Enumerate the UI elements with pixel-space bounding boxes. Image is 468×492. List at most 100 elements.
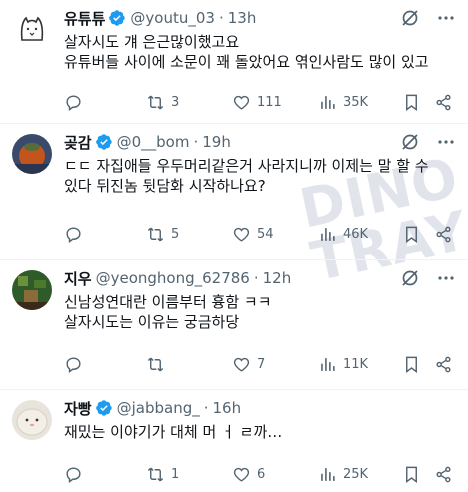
bookmark-icon xyxy=(406,94,417,111)
views-button[interactable]: 46K xyxy=(318,225,368,244)
views-icon xyxy=(321,95,335,109)
share-button[interactable] xyxy=(434,225,453,244)
repost-count: 5 xyxy=(171,226,180,242)
like-button[interactable]: 111 xyxy=(232,93,282,112)
bookmark-button[interactable] xyxy=(402,93,421,112)
avatar[interactable] xyxy=(12,400,52,440)
like-count: 7 xyxy=(257,356,266,372)
views-icon xyxy=(321,227,335,241)
display-name[interactable]: 유튜튜 xyxy=(64,8,105,29)
reply-button[interactable] xyxy=(64,225,89,244)
timestamp[interactable]: 12h xyxy=(263,269,292,287)
display-name[interactable]: 지우 xyxy=(64,268,92,289)
tweet-line: ㄷㄷ 자집애들 우두머리같은거 사라지니까 이제는 말 할 수 xyxy=(64,157,429,175)
tweet[interactable]: 자빵 @jabbang_ · 16h 재밌는 이야기가 대체 머 ㅓ ㄹ까… 1… xyxy=(0,390,468,492)
tweet-text: 신남성연대란 이름부터 흉함 ㅋㅋ 살자시도는 이유는 궁금하당 xyxy=(64,292,456,332)
reply-button[interactable] xyxy=(64,93,89,112)
repost-icon xyxy=(147,357,164,371)
bookmark-button[interactable] xyxy=(402,225,421,244)
view-count: 46K xyxy=(343,226,369,242)
tweet-line: 유튜버들 사이에 소문이 꽤 돌았어요 엮인사람도 많이 있고 xyxy=(64,53,429,71)
repost-button[interactable]: 3 xyxy=(146,93,179,112)
repost-button[interactable]: 5 xyxy=(146,225,179,244)
share-button[interactable] xyxy=(434,355,453,374)
bookmark-icon xyxy=(406,226,417,243)
like-icon xyxy=(233,95,250,110)
avatar[interactable] xyxy=(12,10,52,50)
tweet[interactable]: 유튜튜 @youtu_03 · 13h 살자시도 걔 은근많이했고요 유튜버들 … xyxy=(0,0,468,124)
verified-badge-icon xyxy=(95,400,112,416)
share-button[interactable] xyxy=(434,465,453,484)
tweet-line: 있다 뒤진놈 뒷담화 시작하나요? xyxy=(64,177,266,195)
share-button[interactable] xyxy=(434,93,453,112)
more-icon[interactable] xyxy=(436,132,456,152)
user-handle[interactable]: @0__bom xyxy=(117,133,190,151)
display-name[interactable]: 자빵 xyxy=(64,398,92,419)
views-button[interactable]: 11K xyxy=(318,355,368,374)
tweet-text: 살자시도 걔 은근많이했고요 유튜버들 사이에 소문이 꽤 돌았어요 엮인사람도… xyxy=(64,32,456,72)
like-count: 6 xyxy=(257,466,266,482)
tweet[interactable]: 지우 @yeonghong_62786 · 12h 신남성연대란 이름부터 흉함… xyxy=(0,260,468,390)
reply-button[interactable] xyxy=(64,465,89,484)
user-handle[interactable]: @jabbang_ xyxy=(117,399,200,417)
tweet-line: 재밌는 이야기가 대체 머 ㅓ ㄹ까… xyxy=(64,423,283,441)
like-button[interactable]: 6 xyxy=(232,465,265,484)
views-icon xyxy=(321,467,335,481)
tweet-text: 재밌는 이야기가 대체 머 ㅓ ㄹ까… xyxy=(64,422,456,442)
user-handle[interactable]: @yeonghong_62786 xyxy=(96,269,250,287)
repost-icon xyxy=(147,95,164,109)
separator-dot: · xyxy=(253,269,259,287)
view-count: 35K xyxy=(343,94,369,110)
views-icon xyxy=(321,357,335,371)
like-icon xyxy=(233,357,250,372)
display-name[interactable]: 곶감 xyxy=(64,132,92,153)
more-icon[interactable] xyxy=(436,268,456,288)
separator-dot: · xyxy=(218,9,224,27)
share-icon xyxy=(436,466,451,482)
tweet-line: 살자시도 걔 은근많이했고요 xyxy=(64,33,240,51)
timestamp[interactable]: 19h xyxy=(202,133,231,151)
repost-button[interactable] xyxy=(146,355,171,374)
reply-icon xyxy=(66,356,81,373)
grok-icon[interactable] xyxy=(400,8,420,28)
more-icon[interactable] xyxy=(436,8,456,28)
avatar[interactable] xyxy=(12,134,52,174)
verified-badge-icon xyxy=(109,10,126,26)
grok-icon[interactable] xyxy=(400,268,420,288)
repost-icon xyxy=(147,227,164,241)
view-count: 25K xyxy=(343,466,369,482)
like-count: 54 xyxy=(257,226,274,242)
separator-dot: · xyxy=(193,133,199,151)
repost-button[interactable]: 1 xyxy=(146,465,179,484)
timestamp[interactable]: 16h xyxy=(213,399,242,417)
tweet-line: 살자시도는 이유는 궁금하당 xyxy=(64,313,240,331)
reply-button[interactable] xyxy=(64,355,89,374)
timestamp[interactable]: 13h xyxy=(228,9,257,27)
bookmark-icon xyxy=(406,466,417,483)
like-count: 111 xyxy=(257,94,282,110)
avatar[interactable] xyxy=(12,270,52,310)
tweet-line: 신남성연대란 이름부터 흉함 ㅋㅋ xyxy=(64,293,272,311)
like-icon xyxy=(233,467,250,482)
repost-count: 3 xyxy=(171,94,180,110)
share-icon xyxy=(436,94,451,110)
share-icon xyxy=(436,226,451,242)
share-icon xyxy=(436,356,451,372)
repost-count: 1 xyxy=(171,466,180,482)
reply-icon xyxy=(66,466,81,483)
tweet-text: ㄷㄷ 자집애들 우두머리같은거 사라지니까 이제는 말 할 수 있다 뒤진놈 뒷… xyxy=(64,156,456,196)
like-button[interactable]: 54 xyxy=(232,225,274,244)
reply-icon xyxy=(66,226,81,243)
views-button[interactable]: 25K xyxy=(318,465,368,484)
views-button[interactable]: 35K xyxy=(318,93,368,112)
bookmark-icon xyxy=(406,356,417,373)
bookmark-button[interactable] xyxy=(402,355,421,374)
repost-icon xyxy=(147,467,164,481)
bookmark-button[interactable] xyxy=(402,465,421,484)
view-count: 11K xyxy=(343,356,369,372)
tweet[interactable]: 곶감 @0__bom · 19h ㄷㄷ 자집애들 우두머리같은거 사라지니까 이… xyxy=(0,124,468,260)
like-button[interactable]: 7 xyxy=(232,355,265,374)
user-handle[interactable]: @youtu_03 xyxy=(130,9,215,27)
grok-icon[interactable] xyxy=(400,132,420,152)
verified-badge-icon xyxy=(95,134,112,150)
